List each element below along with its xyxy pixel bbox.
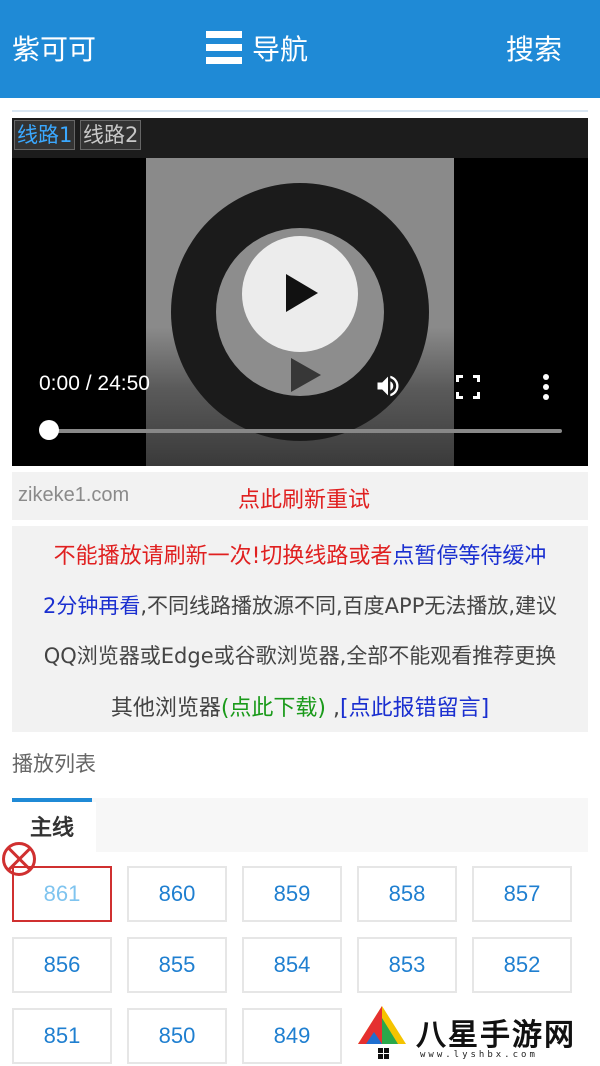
search-button[interactable]: 搜索 (506, 28, 562, 68)
episode-button[interactable]: 856 (12, 937, 112, 993)
nav-label: 导航 (252, 33, 309, 66)
tab-line-2[interactable]: 线路2 (80, 120, 142, 150)
episode-button[interactable]: 858 (357, 866, 457, 922)
episode-button[interactable]: 849 (242, 1008, 342, 1064)
report-link[interactable]: [点此报错留言] (340, 696, 489, 721)
time-display: 0:00 / 24:50 (39, 372, 150, 395)
nav-button[interactable]: 导航 (206, 28, 308, 68)
episode-button[interactable]: 852 (472, 937, 572, 993)
watermark: 八星手游网 www.lyshbx.com (350, 1000, 600, 1066)
volume-icon[interactable] (374, 372, 402, 407)
tab-main-line[interactable]: 主线 (30, 810, 74, 842)
watermark-name: 八星手游网 (416, 1018, 576, 1053)
video-poster (146, 158, 454, 466)
divider (12, 110, 588, 112)
episode-button[interactable]: 850 (127, 1008, 227, 1064)
close-icon[interactable] (2, 842, 36, 876)
fullscreen-icon[interactable] (456, 375, 480, 399)
more-options-icon[interactable] (542, 374, 550, 400)
refresh-bar: zikeke1.com 点此刷新重试 (12, 472, 588, 520)
watermark-url: www.lyshbx.com (420, 1050, 538, 1060)
play-icon (286, 274, 318, 312)
big-play-button[interactable] (242, 236, 358, 352)
episode-button[interactable]: 857 (472, 866, 572, 922)
total-time: 24:50 (97, 372, 150, 395)
progress-bar[interactable] (48, 429, 562, 433)
episode-button[interactable]: 853 (357, 937, 457, 993)
playlist-tabs: 主线 (12, 798, 588, 852)
tab-line-1[interactable]: 线路1 (14, 120, 76, 150)
watermark-logo-icon (358, 1006, 406, 1059)
episode-button[interactable]: 861 (12, 866, 112, 922)
site-title[interactable]: 紫可可 (12, 28, 96, 68)
episode-button[interactable]: 859 (242, 866, 342, 922)
download-link[interactable]: (点此下载) (221, 696, 326, 721)
refresh-link[interactable]: 点此刷新重试 (238, 482, 370, 514)
site-domain: zikeke1.com (18, 484, 130, 506)
episode-button[interactable]: 851 (12, 1008, 112, 1064)
progress-handle[interactable] (39, 420, 59, 440)
episode-button[interactable]: 860 (127, 866, 227, 922)
current-time: 0:00 (39, 372, 80, 395)
video-player[interactable]: 线路1 线路2 0:00 / 24:50 (12, 118, 588, 466)
playlist-title: 播放列表 (12, 752, 96, 776)
playback-notice: 不能播放请刷新一次!切换线路或者点暂停等待缓冲 2分钟再看,不同线路播放源不同,… (12, 526, 588, 732)
episode-button[interactable]: 854 (242, 937, 342, 993)
menu-icon (206, 30, 242, 66)
episode-button[interactable]: 855 (127, 937, 227, 993)
line-tabs-bar: 线路1 线路2 (12, 118, 588, 158)
top-header: 紫可可 导航 搜索 (0, 0, 600, 98)
